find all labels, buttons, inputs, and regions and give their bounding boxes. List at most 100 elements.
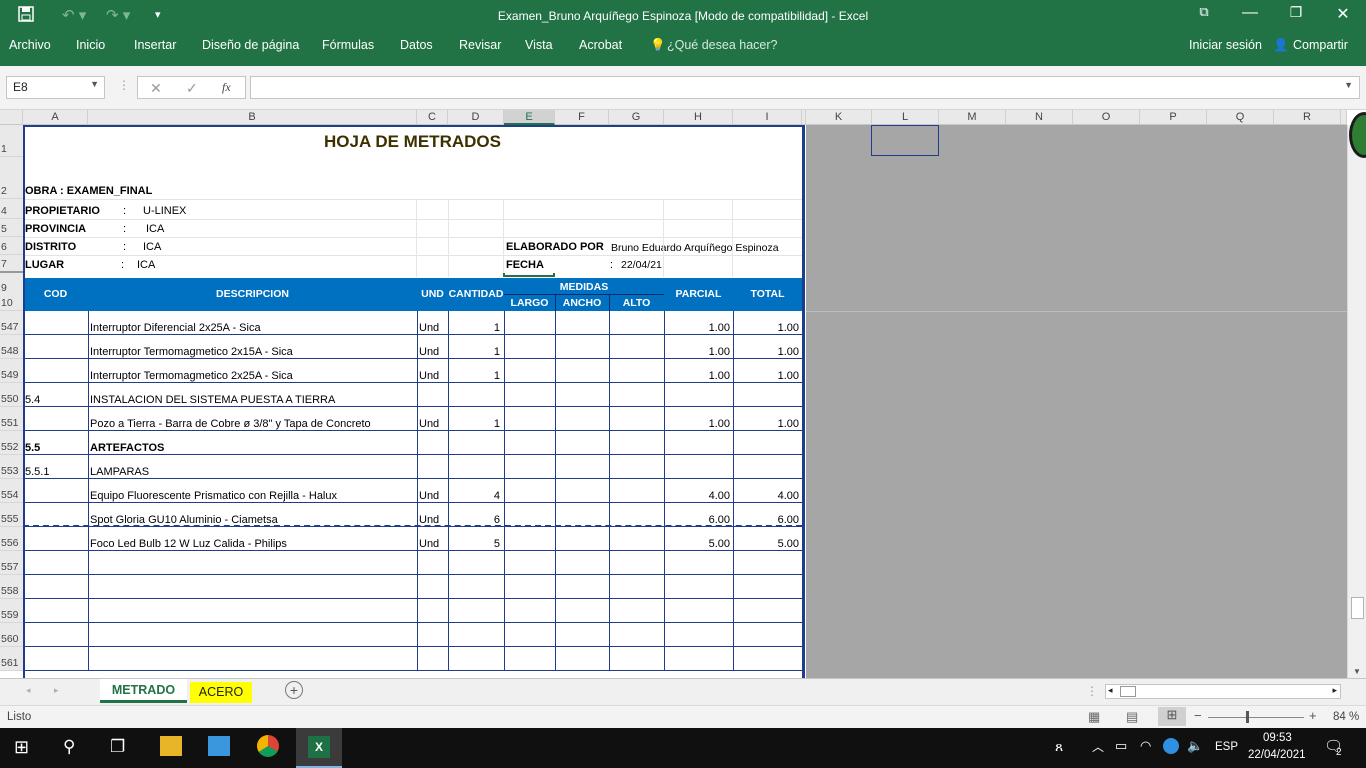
row-header[interactable]: 558 [0,575,23,599]
row-header[interactable]: 548 [0,335,23,359]
row-header[interactable]: 559 [0,599,23,623]
col-header-c[interactable]: C [417,110,448,125]
table-row[interactable] [23,623,802,647]
row-header[interactable]: 561 [0,647,23,671]
zoom-slider-thumb[interactable] [1246,711,1249,723]
page-layout-view-icon[interactable]: ▤ [1126,709,1138,725]
table-row[interactable]: 5.5 ARTEFACTOS [23,431,802,455]
col-header-b[interactable]: B [88,110,417,125]
name-box[interactable]: E8 ▼ [6,76,105,99]
hscroll-thumb[interactable] [1120,686,1136,697]
close-icon[interactable]: ✕ [1320,4,1366,24]
row-header[interactable]: 556 [0,527,23,551]
ribbon-display-icon[interactable]: ⧉ [1181,4,1227,20]
worksheet-grid[interactable]: HOJA DE METRADOS OBRA : EXAMEN_FINAL PRO… [23,125,804,678]
add-sheet-icon[interactable]: + [285,681,303,699]
tab-acrobat[interactable]: Acrobat [579,38,622,52]
tell-me-box[interactable]: ¿Qué desea hacer? [667,38,778,52]
clock-time[interactable]: 09:53 [1263,732,1292,744]
table-row[interactable] [23,599,802,623]
language-indicator[interactable]: ESP [1215,741,1238,753]
chevron-down-icon[interactable]: ▼ [90,79,99,89]
table-row[interactable] [23,551,802,575]
table-row[interactable]: Pozo a Tierra - Barra de Cobre ø 3/8" y … [23,407,802,431]
row-header[interactable]: 550 [0,383,23,407]
tab-vista[interactable]: Vista [525,38,553,52]
col-header-r[interactable]: R [1274,110,1341,125]
store-icon[interactable] [208,736,230,756]
table-row[interactable] [23,647,802,671]
table-row[interactable]: Equipo Fluorescente Prismatico con Rejil… [23,479,802,503]
expand-formula-icon[interactable]: ▼ [1344,80,1353,90]
col-header-a[interactable]: A [23,110,88,125]
tab-inicio[interactable]: Inicio [76,38,105,52]
chevron-up-icon[interactable]: ︿ [1092,738,1104,755]
hscroll-right-icon[interactable]: ▸ [1332,685,1337,696]
selected-cell[interactable] [503,273,555,277]
table-row[interactable]: 5.4 INSTALACION DEL SISTEMA PUESTA A TIER… [23,383,802,407]
sheet-tab-metrado[interactable]: METRADO [100,679,187,703]
tab-revisar[interactable]: Revisar [459,38,501,52]
row-header[interactable]: 4 [0,199,23,219]
row-header[interactable]: 6 [0,237,23,255]
drag-handle-icon[interactable]: ⋮ [118,78,130,92]
vertical-scrollbar[interactable]: ▼ [1347,125,1366,678]
volume-icon[interactable]: 🔈 [1187,738,1203,754]
col-header-h[interactable]: H [664,110,733,125]
tab-scroll-right-icon[interactable]: ▸ [54,685,59,696]
row-header[interactable]: 553 [0,455,23,479]
file-explorer-icon[interactable] [160,736,182,756]
select-all-corner[interactable] [0,110,23,125]
search-icon[interactable]: ⚲ [63,737,75,757]
col-header-f[interactable]: F [555,110,609,125]
col-header-p[interactable]: P [1140,110,1207,125]
sheet-tab-acero[interactable]: ACERO [190,682,252,703]
col-header-l[interactable]: L [872,110,939,125]
battery-icon[interactable]: ▭ [1115,738,1127,754]
insert-function-icon[interactable]: fx [222,80,231,95]
col-header-q[interactable]: Q [1207,110,1274,125]
chrome-icon[interactable] [257,735,279,757]
tab-insertar[interactable]: Insertar [134,38,176,52]
restore-icon[interactable]: ❐ [1273,4,1319,21]
col-header-k[interactable]: K [806,110,872,125]
task-view-icon[interactable]: ❐ [110,737,125,757]
row-header[interactable]: 555 [0,503,23,527]
cancel-icon[interactable]: ✕ [150,80,162,97]
row-header[interactable]: 557 [0,551,23,575]
row-header[interactable]: 560 [0,623,23,647]
tab-datos[interactable]: Datos [400,38,433,52]
zoom-level[interactable]: 84 % [1333,711,1359,723]
row-header[interactable]: 10 [0,295,23,311]
row-header[interactable]: 7 [0,255,23,273]
row-header[interactable]: 1 [0,125,23,157]
row-header[interactable]: 554 [0,479,23,503]
horizontal-scrollbar[interactable]: ◂ ▸ [1105,684,1341,699]
table-row[interactable]: Spot Gloria GU10 Aluminio - Ciametsa Und 6… [23,503,802,527]
tab-diseno-pagina[interactable]: Diseño de página [202,38,299,52]
tab-formulas[interactable]: Fórmulas [322,38,374,52]
table-row[interactable]: Interruptor Termomagmetico 2x15A - Sica U… [23,335,802,359]
outside-print-area[interactable] [806,125,1347,678]
col-header-s[interactable] [1341,110,1347,125]
zoom-slider[interactable] [1208,717,1304,718]
col-header-o[interactable]: O [1073,110,1140,125]
table-row[interactable]: Interruptor Diferencial 2x25A - Sica Und 1… [23,311,802,335]
sign-in-link[interactable]: Iniciar sesión [1189,38,1262,52]
row-header[interactable]: 551 [0,407,23,431]
tab-archivo[interactable]: Archivo [9,38,51,52]
col-header-g[interactable]: G [609,110,664,125]
scroll-thumb[interactable] [1351,597,1364,619]
split-handle-icon[interactable]: ⋮ [1086,684,1098,698]
col-header-n[interactable]: N [1006,110,1073,125]
table-row[interactable]: 5.5.1 LAMPARAS [23,455,802,479]
row-header[interactable]: 2 [0,157,23,199]
wifi-icon[interactable]: ◠ [1140,738,1151,754]
clock-date[interactable]: 22/04/2021 [1248,749,1306,761]
excel-taskbar-button[interactable]: X [296,728,342,768]
update-icon[interactable] [1163,738,1179,754]
col-header-e[interactable]: E [504,110,555,125]
table-row[interactable]: Foco Led Bulb 12 W Luz Calida - Philips U… [23,527,802,551]
normal-view-icon[interactable]: ▦ [1088,709,1100,725]
windows-start-icon[interactable]: ⊞ [14,737,29,758]
